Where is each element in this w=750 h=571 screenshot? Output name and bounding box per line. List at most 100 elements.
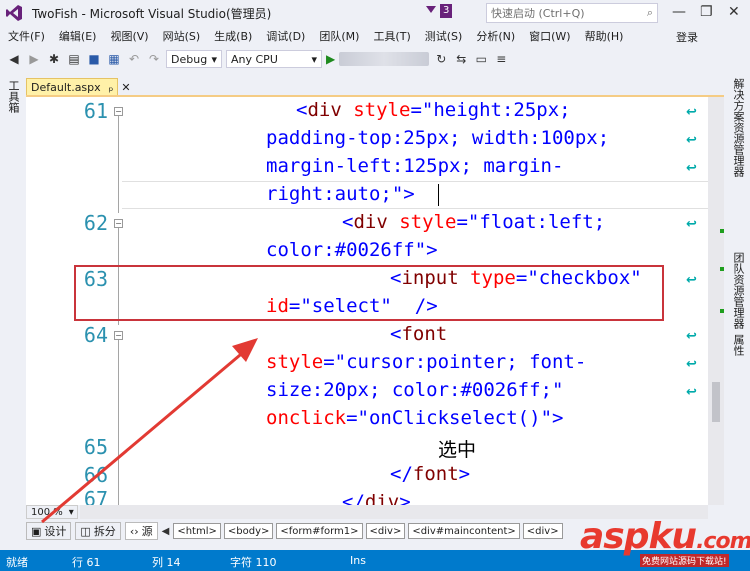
visual-studio-logo-icon	[0, 0, 28, 26]
split-view-button[interactable]: ◫ 拆分	[75, 522, 121, 540]
source-view-button[interactable]: ‹› 源	[124, 522, 158, 540]
platform-select[interactable]: Any CPU ▾	[226, 50, 322, 68]
word-wrap-icon: ↩	[686, 217, 697, 232]
tab-default-aspx[interactable]: Default.aspx ₚ ✕	[26, 78, 131, 96]
scrollbar-thumb[interactable]	[712, 382, 720, 422]
breadcrumb-prev-icon[interactable]: ◀	[162, 526, 170, 537]
platform-value: Any CPU	[231, 52, 278, 66]
menu-build[interactable]: 生成(B)	[206, 28, 258, 44]
code-token: ="	[323, 351, 347, 373]
code-token: ="	[410, 99, 434, 121]
fold-collapse-icon[interactable]: −	[114, 331, 123, 340]
quick-launch-placeholder: 快速启动 (Ctrl+Q)	[491, 7, 585, 20]
code-token: >	[458, 463, 471, 485]
chevron-down-icon: ▾	[211, 52, 217, 66]
fold-guide	[118, 113, 119, 213]
menu-window[interactable]: 窗口(W)	[521, 28, 576, 44]
save-icon[interactable]: ■	[86, 52, 102, 66]
code-token: float:left;	[479, 211, 606, 233]
code-line: <font	[390, 323, 447, 345]
standard-toolbar: ◀ ▶ ✱ ▤ ■ ▦ ↶ ↷ Debug ▾ Any CPU ▾ ▶ ↻ ⇆ ▭ …	[0, 46, 750, 72]
menu-tools[interactable]: 工具(T)	[365, 28, 416, 44]
code-token: style	[353, 99, 411, 121]
redo-icon[interactable]: ↷	[146, 52, 162, 66]
close-icon[interactable]: ✕	[121, 81, 130, 94]
chevron-down-icon: ▾	[68, 506, 74, 518]
zoom-select[interactable]: 100 % ▾	[26, 505, 78, 519]
word-wrap-icon: ↩	[686, 161, 697, 176]
source-icon: ‹›	[129, 524, 139, 538]
menu-website[interactable]: 网站(S)	[155, 28, 207, 44]
fold-collapse-icon[interactable]: −	[114, 107, 123, 116]
team-explorer-tab[interactable]: 团队资源管理器	[730, 252, 746, 329]
new-project-icon[interactable]: ✱	[46, 52, 62, 66]
breadcrumb-item[interactable]: <form#form1>	[276, 523, 363, 539]
open-file-icon[interactable]: ▤	[66, 52, 82, 66]
restore-button[interactable]: ❐	[700, 4, 713, 20]
menu-help[interactable]: 帮助(H)	[577, 28, 630, 44]
quick-launch-input[interactable]: 快速启动 (Ctrl+Q) ⌕	[486, 3, 658, 23]
watermark-brand: aspku.com	[580, 516, 750, 557]
code-token: cursor:pointer; font-	[346, 351, 587, 373]
code-token: </	[390, 463, 413, 485]
notifications[interactable]: 3	[424, 4, 453, 18]
watermark-logo: aspku.com 免费网站源码下载站!	[580, 516, 750, 570]
code-line: size:20px; color:#0026ff;"	[266, 379, 563, 401]
line-number: 65	[83, 435, 108, 459]
comment-icon[interactable]: ≡	[493, 52, 509, 66]
login-link[interactable]: 登录	[676, 29, 698, 45]
browser-link-icon[interactable]: ⇆	[453, 52, 469, 66]
status-insert-mode: Ins	[350, 554, 366, 567]
code-token: style	[266, 351, 324, 373]
pin-icon[interactable]: ₚ	[109, 81, 114, 94]
menu-analyze[interactable]: 分析(N)	[468, 28, 521, 44]
menu-team[interactable]: 团队(M)	[311, 28, 365, 44]
refresh-icon[interactable]: ↻	[433, 52, 449, 66]
back-icon[interactable]: ◀	[6, 52, 22, 66]
breadcrumb-item[interactable]: <html>	[173, 523, 221, 539]
save-all-icon[interactable]: ▦	[106, 52, 122, 66]
menu-test[interactable]: 测试(S)	[417, 28, 469, 44]
breadcrumb-item[interactable]: <div>	[522, 523, 563, 539]
toolbox-icon[interactable]: ▭	[473, 52, 489, 66]
code-editor[interactable]: 61 62 63 64 65 66 67 − − − <div style="h…	[26, 97, 724, 505]
word-wrap-icon: ↩	[686, 357, 697, 372]
code-token: >	[399, 491, 411, 505]
change-marker	[720, 267, 724, 271]
menu-edit[interactable]: 编辑(E)	[51, 28, 103, 44]
vertical-scrollbar[interactable]	[708, 97, 724, 505]
code-line: onclick="onClickselect()">	[266, 407, 563, 429]
code-token: font	[412, 463, 459, 485]
code-token: div	[364, 491, 400, 505]
breadcrumb-item[interactable]: <body>	[223, 523, 274, 539]
configuration-select[interactable]: Debug ▾	[166, 50, 222, 68]
fold-collapse-icon[interactable]: −	[114, 219, 123, 228]
undo-icon[interactable]: ↶	[126, 52, 142, 66]
menu-file[interactable]: 文件(F)	[0, 28, 51, 44]
properties-tab[interactable]: 属性	[730, 334, 746, 356]
menu-bar: 文件(F) 编辑(E) 视图(V) 网站(S) 生成(B) 调试(D) 团队(M…	[0, 26, 750, 46]
code-token: <	[296, 99, 308, 121]
minimize-button[interactable]: —	[672, 4, 686, 20]
code-token: ">	[414, 239, 438, 261]
line-number: 64	[83, 323, 108, 347]
design-icon: ▣	[31, 524, 42, 538]
start-debugging-button[interactable]: ▶	[326, 52, 335, 66]
code-token: div	[353, 211, 388, 233]
design-view-button[interactable]: ▣ 设计	[26, 522, 72, 540]
toolbox-tab[interactable]: 工具箱	[5, 80, 21, 113]
notification-badge: 3	[440, 4, 453, 18]
browser-select-redacted[interactable]	[339, 52, 430, 66]
menu-view[interactable]: 视图(V)	[102, 28, 154, 44]
menu-debug[interactable]: 调试(D)	[258, 28, 311, 44]
code-token: <	[390, 323, 402, 345]
search-icon: ⌕	[646, 6, 653, 19]
close-button[interactable]: ✕	[728, 4, 740, 20]
solution-explorer-tab[interactable]: 解决方案资源管理器	[730, 78, 746, 177]
code-line: margin-left:125px; margin-	[266, 155, 563, 177]
breadcrumb-item[interactable]: <div>	[365, 523, 406, 539]
design-label: 设计	[44, 525, 67, 538]
forward-icon[interactable]: ▶	[26, 52, 42, 66]
breadcrumb-item[interactable]: <div#maincontent>	[408, 523, 520, 539]
code-line: style="cursor:pointer; font-	[266, 351, 586, 373]
